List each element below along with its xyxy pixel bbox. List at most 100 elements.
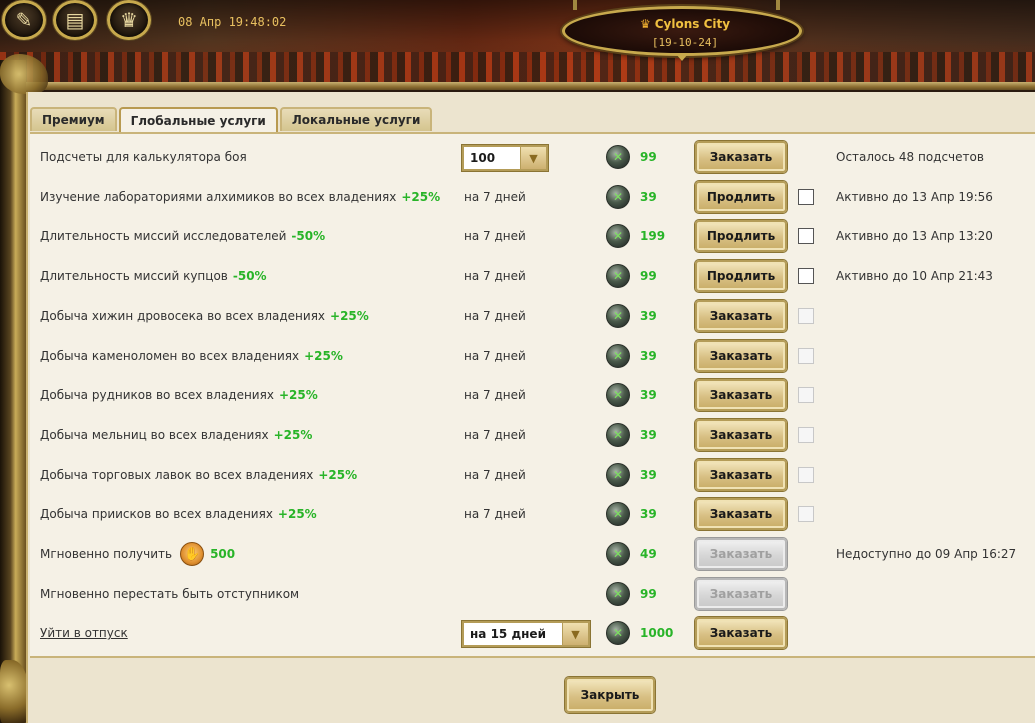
tab-local-services[interactable]: Локальные услуги [279, 107, 433, 131]
order-button[interactable]: Заказать [695, 141, 787, 173]
green-gem-icon: ✕ [606, 581, 630, 606]
duration-label: на 7 дней [464, 308, 526, 323]
service-name: Уйти в отпуск [40, 613, 128, 653]
green-gem-icon: ✕ [606, 502, 630, 527]
bonus-value: +25% [401, 189, 441, 204]
chevron-down-icon[interactable]: ▼ [520, 147, 546, 169]
green-gem-icon: ✕ [606, 224, 630, 249]
order-button[interactable]: Заказать [695, 418, 787, 451]
trophy-button[interactable]: ♛ [107, 0, 151, 40]
service-name: Добыча хижин дровосека во всех владениях… [40, 296, 369, 336]
service-name: Мгновенно получить ✋ 500 [40, 534, 235, 574]
server-clock: 08 Апр 19:48:02 [178, 15, 287, 29]
auto-renew-checkbox[interactable] [798, 188, 814, 205]
bonus-value: +25% [273, 427, 313, 442]
calc-count-select[interactable]: 100 ▼ [462, 145, 548, 171]
green-gem-icon: ✕ [606, 383, 630, 408]
auto-renew-checkbox[interactable] [798, 228, 814, 245]
duration-label: на 7 дней [464, 189, 526, 204]
service-row: Добыча каменоломен во всех владениях +25%… [30, 336, 1035, 376]
service-name: Изучение лабораториями алхимиков во всех… [40, 177, 440, 217]
duration-label: на 7 дней [464, 507, 526, 522]
duration-label: на 7 дней [464, 269, 526, 284]
green-gem-icon: ✕ [606, 462, 630, 487]
service-label: Длительность миссий купцов [40, 269, 228, 284]
tab-global-services[interactable]: Глобальные услуги [118, 107, 278, 133]
price-value: 1000 [640, 626, 674, 641]
order-button[interactable]: Заказать [695, 538, 787, 570]
price-value: 39 [640, 388, 657, 403]
auto-renew-checkbox[interactable] [798, 506, 814, 523]
price-value: 39 [640, 189, 657, 204]
top-bar: ✎ ▤ ♛ 08 Апр 19:48:02 ♛ Cylons City [19-1… [0, 0, 1035, 90]
city-coords: [19-10-24] [651, 36, 719, 49]
extend-button[interactable]: Продлить [695, 180, 787, 213]
auto-renew-checkbox[interactable] [798, 307, 814, 324]
extend-button[interactable]: Продлить [695, 220, 787, 253]
city-title: ♛ Cylons City [565, 17, 805, 31]
green-gem-icon: ✕ [606, 343, 630, 368]
service-row: Уйти в отпуск на 15 дней ▼ ✕ 1000 Заказать [30, 613, 1035, 653]
service-name: Добыча приисков во всех владениях +25% [40, 494, 317, 534]
auto-renew-checkbox[interactable] [798, 466, 814, 483]
service-row: Мгновенно получить ✋ 500 ✕ 49 Заказать Недосту… [30, 534, 1035, 574]
price-value: 99 [640, 269, 657, 284]
scroll-button[interactable]: ▤ [53, 0, 97, 40]
green-gem-icon: ✕ [606, 542, 630, 566]
chevron-down-icon[interactable]: ▼ [562, 623, 588, 646]
crown-icon: ♛ [639, 17, 651, 31]
service-row: Добыча приисков во всех владениях +25% на … [30, 494, 1035, 534]
order-button[interactable]: Заказать [695, 498, 787, 531]
service-name: Добыча каменоломен во всех владениях +25% [40, 336, 343, 376]
duration-label: на 7 дней [464, 348, 526, 363]
price-value: 99 [640, 586, 657, 601]
auto-renew-checkbox[interactable] [798, 387, 814, 404]
order-button[interactable]: Заказать [695, 577, 787, 610]
left-frame [0, 60, 26, 723]
close-button[interactable]: Закрыть [565, 677, 655, 713]
extend-button[interactable]: Продлить [695, 260, 787, 293]
city-name: Cylons City [654, 17, 731, 31]
auto-renew-checkbox[interactable] [798, 268, 814, 285]
green-gem-icon: ✕ [606, 621, 630, 646]
order-button[interactable]: Заказать [695, 379, 787, 412]
status-text: Недоступно до 09 Апр 16:27 [836, 547, 1017, 561]
city-pointer-icon [676, 54, 688, 61]
service-label: Добыча хижин дровосека во всех владениях [40, 308, 326, 323]
bonus-value: +25% [318, 467, 358, 482]
auto-renew-checkbox[interactable] [798, 426, 814, 443]
select-value: на 15 дней [470, 627, 546, 642]
footer: Закрыть [30, 658, 1035, 723]
service-label: Длительность миссий исследователей [40, 229, 287, 244]
order-button[interactable]: Заказать [695, 299, 787, 332]
service-name: Мгновенно перестать быть отступником [40, 574, 299, 614]
green-gem-icon: ✕ [606, 145, 630, 169]
city-plaque[interactable]: ♛ Cylons City [19-10-24] [562, 6, 802, 56]
order-button[interactable]: Заказать [695, 339, 787, 372]
duration-label: на 7 дней [464, 388, 526, 403]
green-gem-icon: ✕ [606, 264, 630, 289]
services-list: Подсчеты для калькулятора боя 100 ▼ ✕ 99 Зака… [30, 132, 1035, 658]
vacation-link[interactable]: Уйти в отпуск [40, 626, 128, 640]
service-label: Подсчеты для калькулятора боя [40, 150, 247, 164]
bonus-value: +25% [330, 308, 369, 323]
price-value: 39 [640, 507, 657, 522]
tab-bar: Премиум Глобальные услуги Локальные услу… [30, 107, 434, 133]
resource-hand-icon: ✋ [180, 542, 205, 566]
order-button[interactable]: Заказать [695, 617, 787, 650]
auto-renew-checkbox[interactable] [798, 347, 814, 364]
service-row: Добыча хижин дровосека во всех владениях… [30, 296, 1035, 336]
services-panel: Премиум Глобальные услуги Локальные услу… [26, 92, 1035, 723]
quill-button[interactable]: ✎ [2, 0, 46, 40]
duration-label: на 7 дней [464, 229, 526, 244]
bonus-value: -50% [291, 229, 326, 244]
price-value: 199 [640, 229, 666, 244]
status-text: Активно до 10 Апр 21:43 [836, 269, 993, 284]
tab-premium[interactable]: Премиум [30, 107, 117, 131]
price-value: 39 [640, 308, 657, 323]
service-label: Добыча каменоломен во всех владениях [40, 348, 300, 363]
service-row: Добыча торговых лавок во всех владениях +… [30, 455, 1035, 495]
vacation-duration-select[interactable]: на 15 дней ▼ [462, 621, 590, 648]
bonus-value: 500 [210, 547, 236, 561]
order-button[interactable]: Заказать [695, 458, 787, 491]
